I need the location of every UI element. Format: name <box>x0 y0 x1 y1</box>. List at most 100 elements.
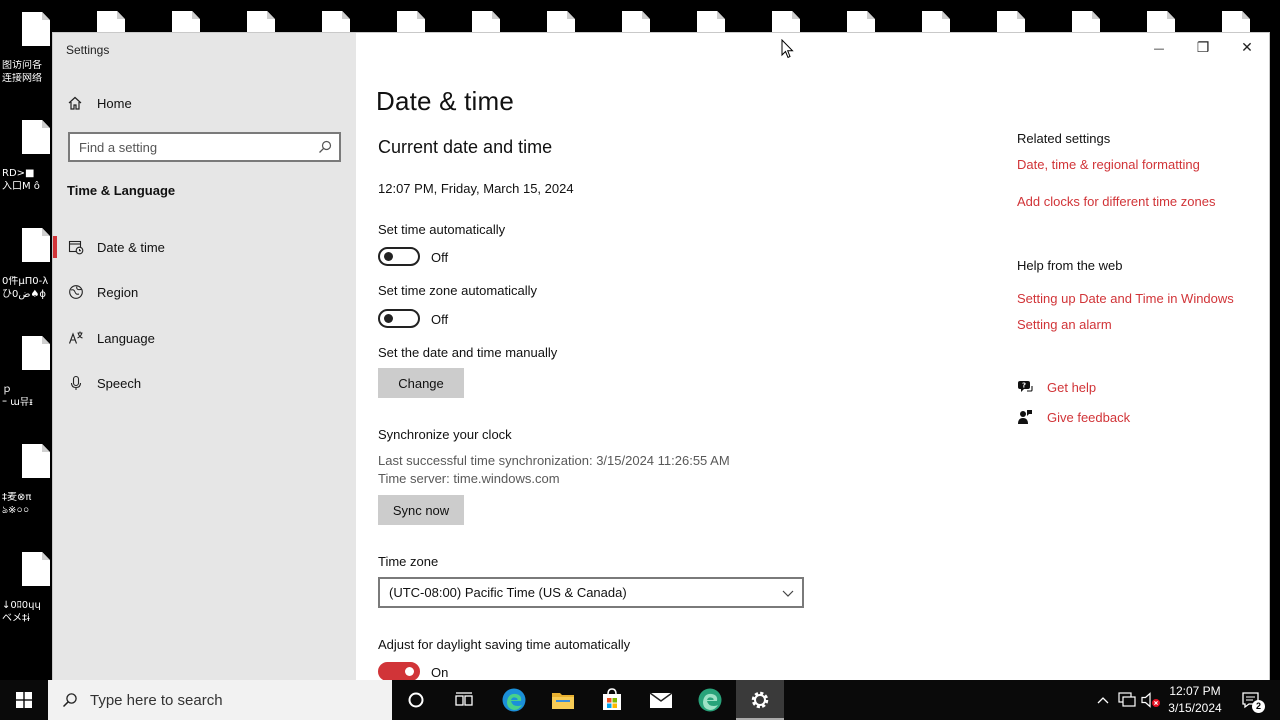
desktop-file-label: 入口M ô <box>2 181 40 192</box>
minimize-button[interactable]: — <box>1137 33 1181 63</box>
desktop-file-icon[interactable] <box>22 336 50 370</box>
sidebar-item-language[interactable]: Language <box>53 320 356 356</box>
cortana-button[interactable] <box>392 680 440 720</box>
get-help-link[interactable]: ? Get help <box>1017 379 1096 395</box>
task-view-button[interactable] <box>440 680 488 720</box>
feedback-icon <box>1018 410 1032 424</box>
chevron-down-icon <box>782 590 794 597</box>
set-time-auto-toggle[interactable] <box>378 247 420 266</box>
sync-now-button[interactable]: Sync now <box>378 495 464 525</box>
edge-icon <box>502 688 526 712</box>
language-icon <box>68 330 84 346</box>
desktop-file-label: 图访问各 <box>2 60 42 71</box>
mail-button[interactable] <box>637 680 685 720</box>
desktop-file-icon[interactable] <box>22 120 50 154</box>
network-button[interactable] <box>1115 680 1139 720</box>
sidebar-item-date-time[interactable]: Date & time <box>53 229 356 265</box>
set-time-auto-label: Set time automatically <box>378 222 506 237</box>
settings-window: Settings Home Time & Language Date & tim… <box>53 33 1269 680</box>
time-server-text: Time server: time.windows.com <box>378 471 560 486</box>
help-web-title: Help from the web <box>1017 258 1123 273</box>
toggle-knob <box>384 252 393 261</box>
toggle-state-label: On <box>431 665 449 680</box>
taskbar: 12:07 PM 3/15/2024 2 <box>0 680 1280 720</box>
sidebar-section-title: Time & Language <box>67 183 176 198</box>
set-timezone-auto-label: Set time zone automatically <box>378 283 537 298</box>
desktop-file-label: ｐ <box>2 384 12 395</box>
page-title: Date & time <box>376 86 515 116</box>
settings-button[interactable] <box>736 680 784 720</box>
dst-toggle[interactable] <box>378 662 420 680</box>
main-content: — ❐ ✕ Date & time Current date and time … <box>356 33 1269 680</box>
home-icon <box>68 96 82 110</box>
sidebar-item-region[interactable]: Region <box>53 274 356 310</box>
search-box[interactable] <box>68 132 341 162</box>
time-zone-select[interactable]: (UTC-08:00) Pacific Time (US & Canada) <box>378 577 804 608</box>
chat-help-icon: ? <box>1018 381 1033 392</box>
get-help-label: Get help <box>1047 379 1097 395</box>
regional-formatting-link[interactable]: Date, time & regional formatting <box>1017 157 1200 172</box>
nav-home-label: Home <box>97 95 132 111</box>
sidebar-item-label: Language <box>97 330 155 346</box>
set-timezone-auto-toggle[interactable] <box>378 309 420 328</box>
notification-center-button[interactable]: 2 <box>1236 680 1266 720</box>
mouse-cursor-icon <box>781 39 794 59</box>
globe-icon <box>68 284 84 300</box>
give-feedback-link[interactable]: Give feedback <box>1017 409 1130 425</box>
toggle-knob <box>405 667 414 676</box>
sidebar-item-speech[interactable]: Speech <box>53 365 356 401</box>
section-title: Current date and time <box>378 137 553 157</box>
desktop-file-icon[interactable] <box>22 552 50 586</box>
taskbar-clock[interactable]: 12:07 PM 3/15/2024 <box>1160 683 1230 717</box>
edge-button[interactable] <box>490 680 538 720</box>
window-controls: — ❐ ✕ <box>1137 33 1269 63</box>
network-icon <box>1118 692 1136 707</box>
clock-date: 3/15/2024 <box>1168 701 1222 715</box>
calendar-clock-icon <box>68 239 84 255</box>
help-link-alarm[interactable]: Setting an alarm <box>1017 317 1112 332</box>
change-button[interactable]: Change <box>378 368 464 398</box>
desktop-file-label: RD>■ <box>2 168 35 179</box>
related-settings-title: Related settings <box>1017 131 1111 146</box>
help-link-date-time[interactable]: Setting up Date and Time in Windows <box>1017 291 1234 306</box>
additional-clocks-link[interactable]: Add clocks for different time zones <box>1017 194 1215 209</box>
desktop-file-label: 连接网络 <box>2 73 42 84</box>
show-hidden-icons-button[interactable] <box>1092 680 1114 720</box>
notification-count-badge: 2 <box>1252 700 1265 713</box>
toggle-knob <box>384 314 393 323</box>
taskbar-search-box[interactable] <box>48 680 392 720</box>
sync-title: Synchronize your clock <box>378 427 512 442</box>
desktop-file-label: 0件μΠ0-λ <box>2 276 49 287</box>
file-explorer-icon <box>552 693 574 709</box>
sidebar: Settings Home Time & Language Date & tim… <box>53 33 356 680</box>
windows-logo-icon <box>16 692 32 708</box>
store-button[interactable] <box>588 680 636 720</box>
close-button[interactable]: ✕ <box>1225 33 1269 63</box>
search-icon[interactable] <box>318 140 332 154</box>
settings-icon <box>751 691 769 709</box>
edge-dev-button[interactable] <box>686 680 734 720</box>
nav-home[interactable]: Home <box>67 93 132 113</box>
desktop-file-icon[interactable] <box>22 228 50 262</box>
last-sync-text: Last successful time synchronization: 3/… <box>378 453 730 468</box>
desktop-file-label: ঌ※০০ <box>2 505 30 516</box>
desktop-file-icon[interactable] <box>22 12 50 46</box>
dst-label: Adjust for daylight saving time automati… <box>378 637 631 652</box>
desktop-file-label: ｰ ɯ뮤ᵻ <box>2 397 33 408</box>
start-button[interactable] <box>0 680 48 720</box>
current-datetime: 12:07 PM, Friday, March 15, 2024 <box>378 181 574 196</box>
sidebar-item-label: Speech <box>97 375 142 391</box>
taskbar-search-input[interactable] <box>90 691 370 709</box>
search-icon <box>62 693 77 708</box>
mail-icon <box>649 692 673 708</box>
manual-datetime-label: Set the date and time manually <box>378 345 558 360</box>
time-zone-value: (UTC-08:00) Pacific Time (US & Canada) <box>389 585 627 600</box>
desktop-file-label: ↓0ﾛ0ɥɥ <box>2 600 41 611</box>
file-explorer-button[interactable] <box>539 680 587 720</box>
toggle-state-label: Off <box>431 312 449 327</box>
desktop-file-label: ベメ‡ɨ <box>2 613 30 624</box>
time-zone-label: Time zone <box>378 554 439 569</box>
desktop-file-icon[interactable] <box>22 444 50 478</box>
restore-button[interactable]: ❐ <box>1181 33 1225 63</box>
search-input[interactable] <box>70 134 310 160</box>
